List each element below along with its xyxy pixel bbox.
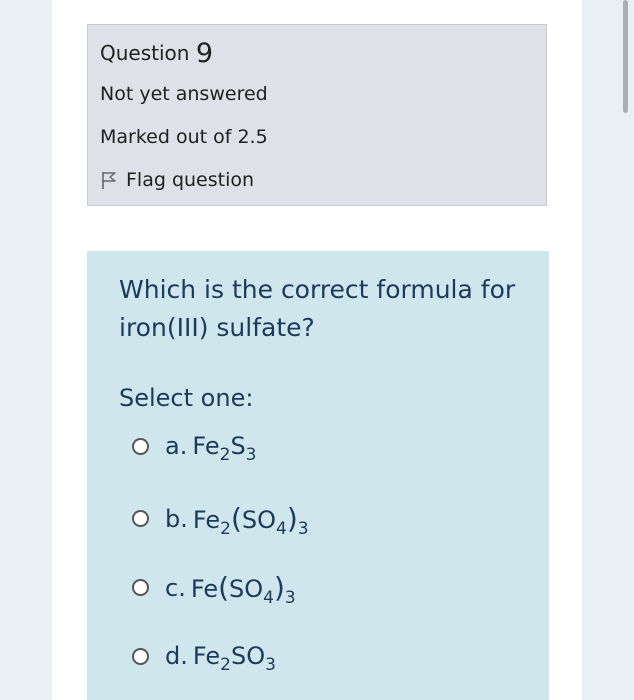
question-text: Which is the correct formula for iron(II… (119, 275, 516, 342)
radio-icon[interactable] (132, 437, 149, 455)
radio-icon[interactable] (132, 579, 149, 596)
radio-icon[interactable] (132, 510, 149, 527)
option-a[interactable]: a. Fe2S3 (132, 432, 257, 465)
option-letter: b. (165, 504, 188, 533)
question-marks: Marked out of 2.5 (100, 126, 268, 148)
option-d[interactable]: d. Fe2SO3 (132, 642, 276, 675)
option-b[interactable]: b. Fe2(SO4)3 (132, 502, 309, 539)
question-info-box: Question 9 Not yet answered Marked out o… (87, 24, 547, 206)
option-letter: a. (165, 432, 188, 460)
option-formula: Fe2S3 (192, 432, 257, 465)
option-formula: Fe2(SO4)3 (192, 502, 309, 539)
option-c[interactable]: c. Fe(SO4)3 (132, 571, 296, 608)
option-formula: Fe(SO4)3 (190, 571, 296, 608)
question-status: Not yet answered (100, 83, 268, 105)
question-heading: Question 9 (100, 39, 213, 68)
scrollbar[interactable] (623, 0, 628, 113)
question-content-box: Which is the correct formula for iron(II… (87, 251, 549, 700)
flag-question-label: Flag question (126, 169, 255, 191)
radio-icon[interactable] (132, 647, 149, 665)
question-label: Question (100, 41, 190, 65)
flag-question-link[interactable]: Flag question (100, 169, 254, 191)
option-formula: Fe2SO3 (192, 642, 276, 675)
flag-icon (100, 170, 118, 190)
option-letter: d. (165, 642, 188, 670)
select-one-prompt: Select one: (119, 384, 254, 412)
question-number: 9 (195, 38, 213, 69)
option-letter: c. (165, 573, 186, 602)
